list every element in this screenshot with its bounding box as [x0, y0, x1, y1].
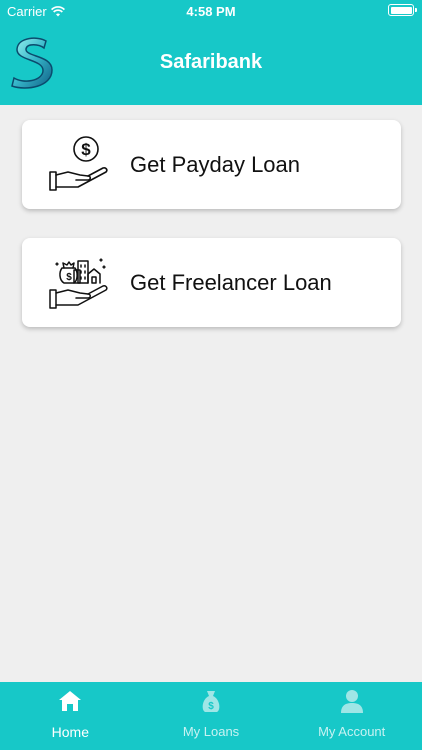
app-title: Safaribank: [159, 51, 263, 73]
svg-text:$: $: [66, 272, 72, 283]
tab-my-account[interactable]: My Account: [281, 682, 422, 750]
tab-home[interactable]: Home: [0, 682, 141, 750]
tab-my-account-label: My Account: [318, 724, 386, 739]
money-bag-icon: $: [202, 691, 220, 712]
app-header: Carrier 4:58 PM Safaribank: [0, 0, 422, 105]
battery-icon: [388, 4, 417, 16]
svg-text:$: $: [208, 701, 214, 712]
hand-dollar-coin-icon: $: [49, 135, 108, 191]
svg-text:$: $: [81, 140, 91, 159]
tab-my-loans[interactable]: $ My Loans: [141, 682, 282, 750]
freelancer-loan-label: Get Freelancer Loan: [130, 269, 332, 295]
tab-my-loans-label: My Loans: [182, 724, 240, 739]
freelancer-loan-card[interactable]: $ Get Freelancer Loan: [22, 238, 401, 327]
user-icon: [340, 690, 363, 713]
tab-home-label: Home: [51, 724, 90, 740]
clock: 4:58 PM: [186, 4, 236, 19]
hand-city-money-icon: $: [49, 257, 108, 309]
payday-loan-label: Get Payday Loan: [130, 151, 301, 177]
tab-bar: Home $ My Loans My Account: [0, 682, 422, 750]
status-bar: Carrier 4:58 PM: [0, 0, 422, 22]
home-icon: [59, 691, 82, 711]
payday-loan-card[interactable]: $ Get Payday Loan: [22, 120, 401, 209]
